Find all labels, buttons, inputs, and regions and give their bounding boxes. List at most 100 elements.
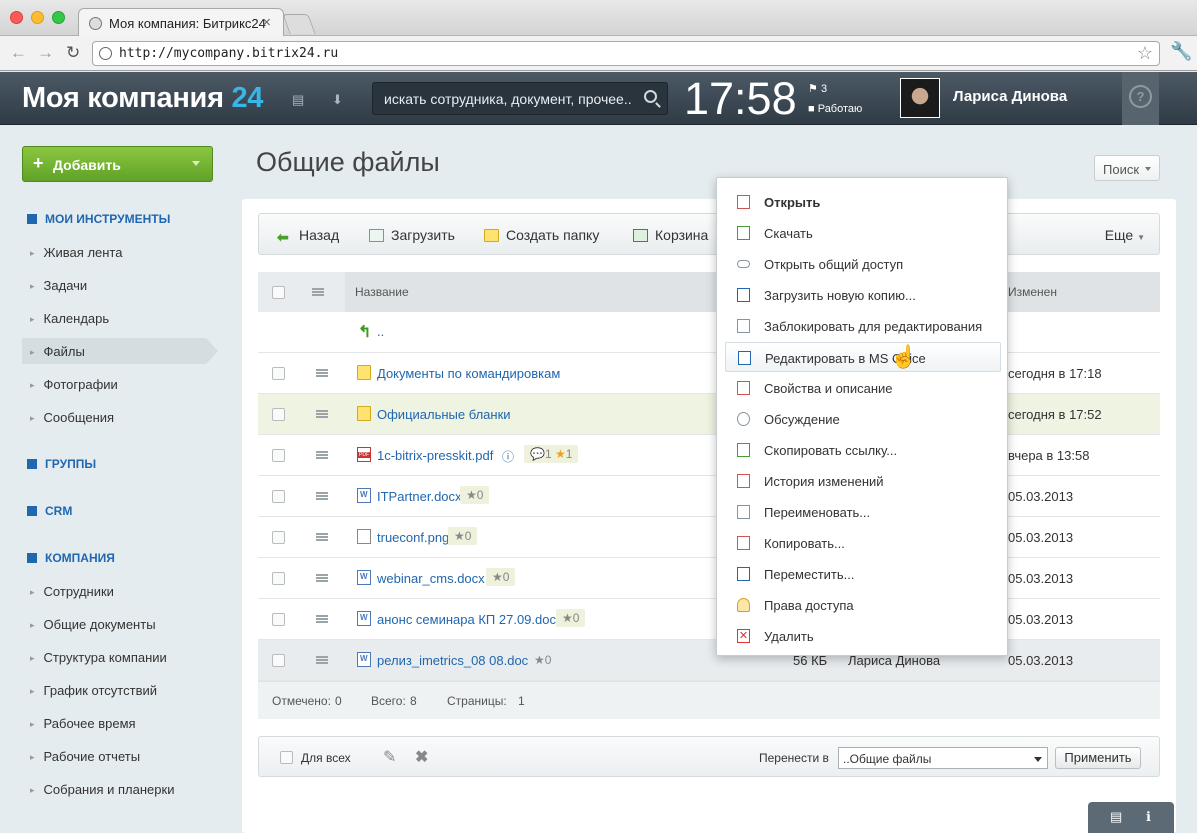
sidebar-item-calendar[interactable]: ▸ Календарь xyxy=(30,311,109,326)
table-row[interactable]: 1c-bitrix-presskit.pdf ⓘ 💬1 ★1 вчера в 1… xyxy=(258,435,1160,476)
row-menu-icon[interactable] xyxy=(316,369,328,377)
tab-close-icon[interactable]: × xyxy=(262,14,271,31)
close-window-button[interactable] xyxy=(10,11,23,24)
sidebar-item-worktime[interactable]: ▸ Рабочее время xyxy=(30,716,136,731)
table-row[interactable]: анонс семинара КП 27.09.doc ★0 05.03.201… xyxy=(258,599,1160,640)
section-company[interactable]: КОМПАНИЯ xyxy=(27,551,115,565)
for-all-checkbox[interactable] xyxy=(280,751,293,764)
menu-item-edit-ms-office[interactable]: Редактировать в MS Office xyxy=(725,342,1001,372)
maximize-window-button[interactable] xyxy=(52,11,65,24)
trash-button[interactable]: Корзина xyxy=(633,227,708,243)
rating[interactable]: ★0 xyxy=(534,653,551,667)
row-checkbox[interactable] xyxy=(272,367,285,380)
table-row[interactable]: trueconf.png ★0 05.03.2013 xyxy=(258,517,1160,558)
help-icon[interactable]: ? xyxy=(1129,85,1152,108)
table-row[interactable]: Документы по командировкам сегодня в 17:… xyxy=(258,353,1160,394)
file-name[interactable]: релиз_imetrics_08 08.doc xyxy=(377,653,528,668)
forward-arrow-icon[interactable]: → xyxy=(37,43,54,63)
table-row-up[interactable]: ↰ .. xyxy=(258,312,1160,353)
menu-item-move[interactable]: Переместить... xyxy=(725,559,1001,589)
page-number[interactable]: 1 xyxy=(518,694,525,708)
avatar[interactable] xyxy=(900,78,940,118)
work-status[interactable]: ■ Работаю xyxy=(808,103,862,115)
chat-icon[interactable]: ▤ xyxy=(292,92,308,107)
new-folder-button[interactable]: Создать папку xyxy=(484,227,599,243)
messages-icon[interactable]: ▤ xyxy=(1110,809,1122,825)
row-checkbox[interactable] xyxy=(272,449,285,462)
sidebar-item-structure[interactable]: ▸ Структура компании xyxy=(30,650,167,665)
browser-tab[interactable]: Моя компания: Битрикс24 × xyxy=(78,8,284,37)
reload-icon[interactable]: ↻ xyxy=(66,43,80,63)
wrench-icon[interactable]: 🔧 xyxy=(1170,41,1192,62)
menu-item-share[interactable]: Открыть общий доступ xyxy=(725,249,1001,279)
column-changed-label[interactable]: Изменен xyxy=(1008,285,1057,299)
sidebar-item-tasks[interactable]: ▸ Задачи xyxy=(30,278,87,293)
rating[interactable]: ★0 xyxy=(460,486,490,504)
column-settings-icon[interactable] xyxy=(312,288,324,296)
sidebar-item-messages[interactable]: ▸ Сообщения xyxy=(30,410,114,425)
menu-item-access-rights[interactable]: Права доступа xyxy=(725,590,1001,620)
select-all-checkbox[interactable] xyxy=(272,286,285,299)
add-button[interactable]: + Добавить xyxy=(22,146,213,182)
file-name[interactable]: 1c-bitrix-presskit.pdf xyxy=(377,448,493,463)
table-row[interactable]: ITPartner.docx ★0 05.03.2013 xyxy=(258,476,1160,517)
table-row[interactable]: webinar_cms.docx ★0 05.03.2013 xyxy=(258,558,1160,599)
file-name[interactable]: анонс семинара КП 27.09.doc xyxy=(377,612,556,627)
user-name[interactable]: Лариса Динова xyxy=(953,88,1067,105)
menu-item-copy[interactable]: Копировать... xyxy=(725,528,1001,558)
row-menu-icon[interactable] xyxy=(316,574,328,582)
row-menu-icon[interactable] xyxy=(316,451,328,459)
search-icon[interactable] xyxy=(644,90,657,103)
minimize-window-button[interactable] xyxy=(31,11,44,24)
more-button[interactable]: Еще ▼ xyxy=(1105,227,1145,243)
row-checkbox[interactable] xyxy=(272,490,285,503)
table-row[interactable]: релиз_imetrics_08 08.doc ★0 56 КБ Лариса… xyxy=(258,640,1160,681)
row-menu-icon[interactable] xyxy=(316,615,328,623)
row-checkbox[interactable] xyxy=(272,572,285,585)
table-row[interactable]: Официальные бланки сегодня в 17:52 xyxy=(258,394,1160,435)
rating[interactable]: ★0 xyxy=(486,568,516,586)
row-stats[interactable]: 💬1 ★1 xyxy=(524,445,579,463)
file-name[interactable]: Официальные бланки xyxy=(377,407,511,422)
row-checkbox[interactable] xyxy=(272,654,285,667)
download-icon[interactable]: ⬇ xyxy=(332,92,348,107)
sidebar-item-employees[interactable]: ▸ Сотрудники xyxy=(30,584,114,599)
back-button[interactable]: ⬅ Назад xyxy=(277,227,339,245)
menu-item-delete[interactable]: ✕ Удалить xyxy=(725,621,1001,651)
file-name[interactable]: Документы по командировкам xyxy=(377,366,560,381)
file-name[interactable]: trueconf.png xyxy=(377,530,449,545)
sidebar-item-meetings[interactable]: ▸ Собрания и планерки xyxy=(30,782,174,797)
bookmark-star-icon[interactable]: ☆ xyxy=(1137,43,1153,64)
tasks-counter[interactable]: ⚑ 3 xyxy=(808,82,827,95)
menu-item-upload-copy[interactable]: Загрузить новую копию... xyxy=(725,280,1001,310)
menu-item-history[interactable]: История изменений xyxy=(725,466,1001,496)
url-bar[interactable]: http://mycompany.bitrix24.ru ☆ xyxy=(92,41,1160,66)
section-my-tools[interactable]: МОИ ИНСТРУМЕНТЫ xyxy=(27,212,170,226)
menu-item-rename[interactable]: Переименовать... xyxy=(725,497,1001,527)
info-icon[interactable]: ⓘ xyxy=(502,448,514,465)
info-icon[interactable]: ℹ xyxy=(1146,809,1151,825)
sidebar-item-absence[interactable]: ▸ График отсутствий xyxy=(30,683,157,698)
upload-button[interactable]: Загрузить xyxy=(369,227,455,243)
sidebar-item-reports[interactable]: ▸ Рабочие отчеты xyxy=(30,749,140,764)
menu-item-lock[interactable]: Заблокировать для редактирования xyxy=(725,311,1001,341)
portal-logo[interactable]: Моя компания 24 xyxy=(22,82,263,115)
search-button[interactable]: Поиск xyxy=(1094,155,1160,181)
sidebar-item-photos[interactable]: ▸ Фотографии xyxy=(30,377,118,392)
row-checkbox[interactable] xyxy=(272,408,285,421)
menu-item-open[interactable]: Открыть xyxy=(725,187,1001,217)
row-checkbox[interactable] xyxy=(272,531,285,544)
file-name[interactable]: webinar_cms.docx xyxy=(377,571,485,586)
portal-search[interactable]: искать сотрудника, документ, прочее.. xyxy=(372,82,668,115)
pencil-icon[interactable]: ✎ xyxy=(383,747,396,767)
file-name[interactable]: ITPartner.docx xyxy=(377,489,462,504)
menu-item-copy-link[interactable]: Скопировать ссылку... xyxy=(725,435,1001,465)
menu-item-properties[interactable]: Свойства и описание xyxy=(725,373,1001,403)
menu-item-download[interactable]: Скачать xyxy=(725,218,1001,248)
sidebar-item-files[interactable]: ▸ Файлы xyxy=(30,344,85,359)
row-menu-icon[interactable] xyxy=(316,410,328,418)
row-menu-icon[interactable] xyxy=(316,656,328,664)
rating[interactable]: ★0 xyxy=(448,527,478,545)
apply-button[interactable]: Применить xyxy=(1055,747,1141,769)
menu-item-discussion[interactable]: Обсуждение xyxy=(725,404,1001,434)
